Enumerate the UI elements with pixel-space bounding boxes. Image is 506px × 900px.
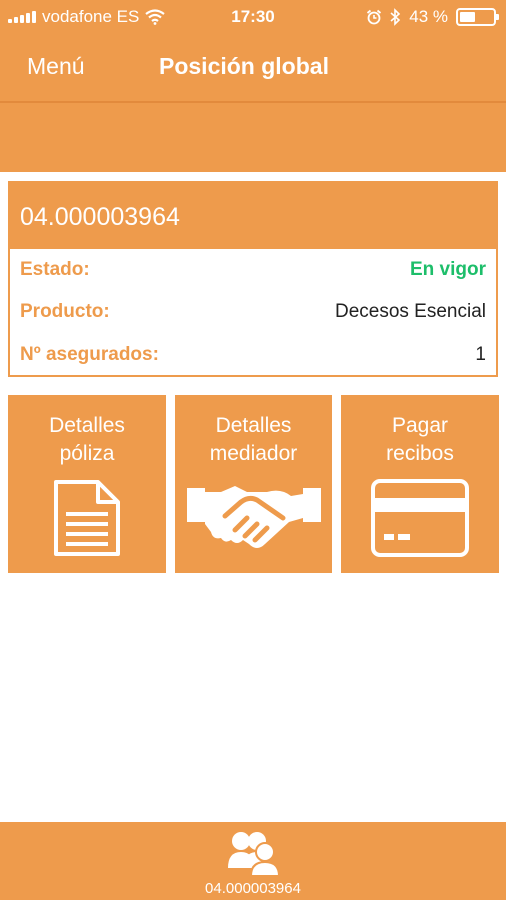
status-value: En vigor [409,259,486,280]
pay-receipts-button[interactable]: Pagar recibos [341,395,499,573]
policy-tab[interactable] [0,830,506,876]
bluetooth-icon [390,8,401,26]
product-label: Producto: [20,301,110,322]
status-bar: vodafone ES 17:30 43 % [0,0,506,34]
battery-percentage: 43 % [409,7,448,26]
policy-product-row: Producto: Decesos Esencial [20,301,486,331]
insured-value: 1 [475,344,486,365]
policy-details-button[interactable]: Detalles póliza [8,395,166,573]
mediator-details-button[interactable]: Detalles mediador [175,395,332,573]
product-value: Decesos Esencial [334,301,486,322]
insured-label: Nº asegurados: [20,344,159,365]
tile-label-line1: Pagar [391,414,449,437]
policy-insured-row: Nº asegurados: 1 [20,344,486,374]
policy-card[interactable]: 04.000003964 Estado: En vigor Producto: … [8,181,498,377]
menu-button[interactable]: Menú [27,53,85,80]
policy-number: 04.000003964 [10,183,496,249]
tile-label-line2: mediador [209,442,298,465]
app-header: vodafone ES 17:30 43 % Menú Posición glo… [0,0,506,172]
handshake-icon [186,486,321,548]
nav-divider [0,101,506,103]
footer-policy-number[interactable]: 04.000003964 [0,880,506,897]
tile-label-line1: Detalles [49,414,125,437]
credit-card-icon [371,479,469,557]
navigation-bar: Menú Posición global [0,48,506,88]
users-icon [228,832,279,876]
alarm-icon [367,9,382,25]
status-label: Estado: [20,259,90,280]
tile-label-line1: Detalles [215,414,292,437]
document-icon [54,480,120,556]
policy-status-row: Estado: En vigor [20,259,486,289]
page-title: Posición global [159,53,329,79]
tile-label-line2: póliza [59,442,115,465]
footer-tab-bar: 04.000003964 [0,822,506,900]
battery-icon [456,8,499,26]
tile-label-line2: recibos [386,442,454,465]
